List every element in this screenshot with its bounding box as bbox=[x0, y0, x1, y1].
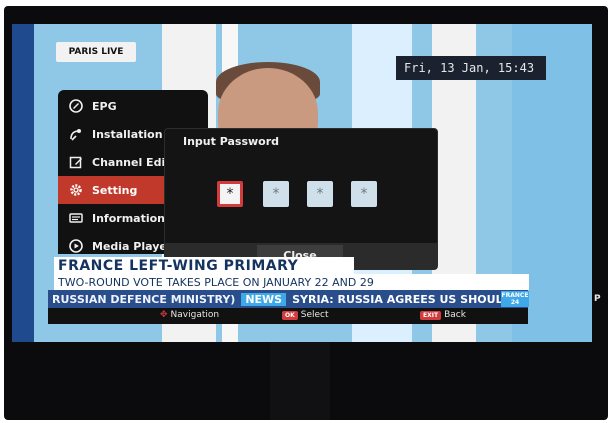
background-band bbox=[12, 24, 34, 342]
epg-icon bbox=[68, 98, 84, 114]
ticker-text-right: SYRIA: RUSSIA AGREES US SHOULD A bbox=[292, 292, 525, 306]
menu-item-label: EPG bbox=[92, 99, 117, 113]
edit-icon bbox=[68, 154, 84, 170]
badge-line-2: 24 bbox=[510, 299, 520, 306]
menu-item-label: Setting bbox=[92, 183, 138, 197]
help-select: OK Select bbox=[282, 310, 329, 320]
bezel-side-text: P bbox=[594, 294, 601, 304]
badge-line-1: FRANCE bbox=[501, 292, 529, 299]
pin-digit-2[interactable]: * bbox=[263, 181, 289, 207]
help-navigation: ✥ Navigation bbox=[160, 310, 219, 320]
menu-item-label: Channel Edit bbox=[92, 155, 171, 169]
tv-screen: PARIS LIVE Fri, 13 Jan, 15:43 EPG Instal… bbox=[12, 24, 592, 342]
password-dialog: Input Password * * * * Close bbox=[164, 128, 438, 270]
pin-digit-3[interactable]: * bbox=[307, 181, 333, 207]
channel-badge: FRANCE 24 bbox=[501, 291, 529, 307]
help-select-label: Select bbox=[300, 310, 329, 320]
pin-digit-4[interactable]: * bbox=[351, 181, 377, 207]
information-icon bbox=[68, 210, 84, 226]
menu-item-epg[interactable]: EPG bbox=[58, 92, 208, 120]
satellite-icon bbox=[68, 126, 84, 142]
help-bar: ✥ Navigation OK Select EXIT Back bbox=[48, 308, 528, 324]
ticker-text-left: RUSSIAN DEFENCE MINISTRY) bbox=[52, 292, 236, 306]
ticker-news-tag: NEWS bbox=[241, 292, 287, 306]
navigation-arrows-icon: ✥ bbox=[160, 310, 168, 320]
help-navigation-label: Navigation bbox=[170, 310, 220, 320]
menu-item-label: Information bbox=[92, 211, 165, 225]
tv-stand bbox=[270, 342, 330, 420]
clock-display: Fri, 13 Jan, 15:43 bbox=[396, 56, 546, 80]
play-icon bbox=[68, 238, 84, 254]
menu-item-label: Installation bbox=[92, 127, 163, 141]
dialog-title: Input Password bbox=[183, 135, 280, 148]
ok-key-icon: OK bbox=[282, 310, 298, 320]
exit-key-icon: EXIT bbox=[420, 310, 442, 320]
news-headline: FRANCE LEFT-WING PRIMARY bbox=[54, 257, 354, 275]
menu-item-label: Media Player bbox=[92, 239, 173, 253]
news-subheadline: TWO-ROUND VOTE TAKES PLACE ON JANUARY 22… bbox=[54, 274, 529, 290]
news-ticker: RUSSIAN DEFENCE MINISTRY) NEWS SYRIA: RU… bbox=[48, 290, 528, 308]
help-back-label: Back bbox=[444, 310, 466, 320]
gear-icon bbox=[68, 182, 84, 198]
help-back: EXIT Back bbox=[420, 310, 466, 320]
channel-logo: PARIS LIVE bbox=[56, 42, 136, 62]
pin-digit-1[interactable]: * bbox=[217, 181, 243, 207]
